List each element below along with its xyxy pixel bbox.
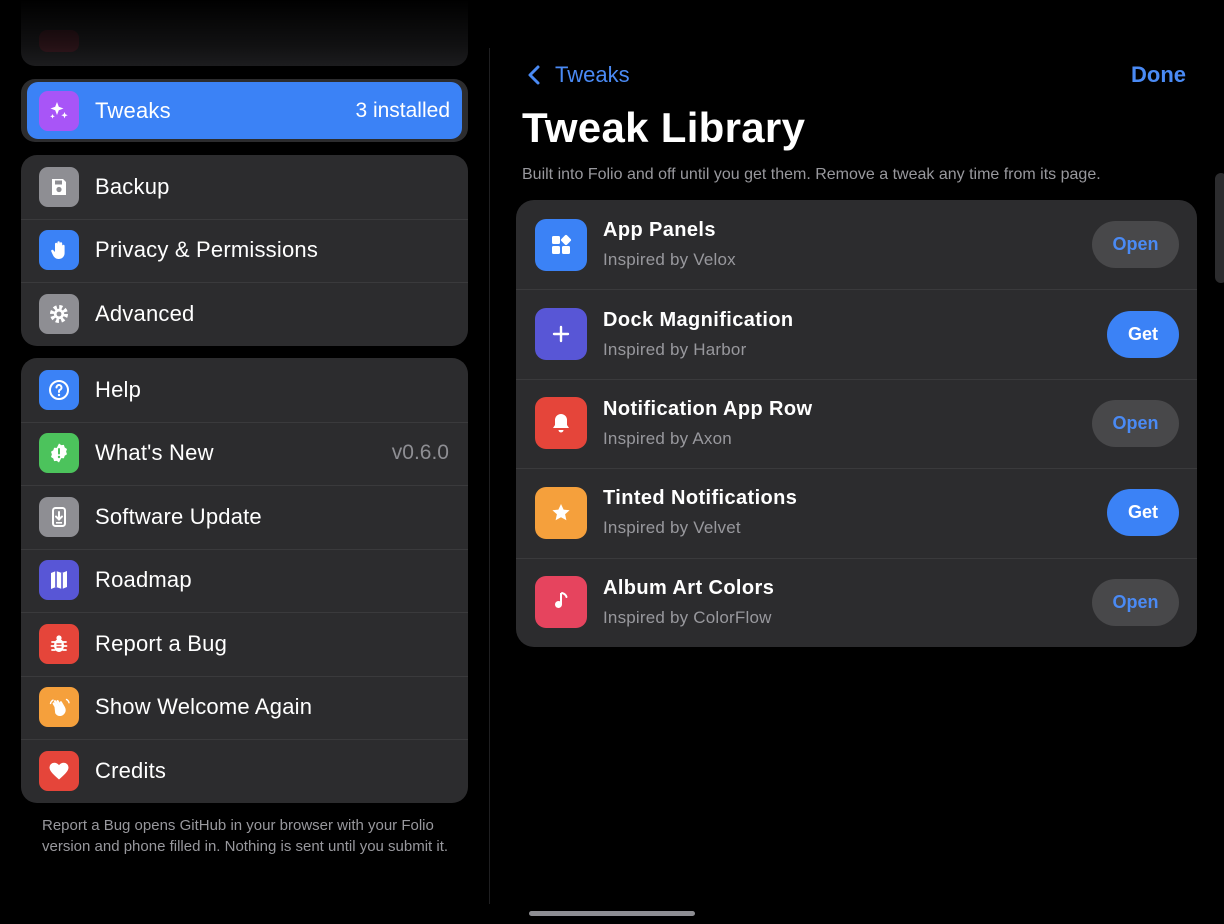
sidebar-item-label: Credits — [95, 757, 167, 783]
music-note-icon — [535, 576, 587, 629]
sidebar: Tweaks 3 installed Backup Privacy & Perm… — [0, 0, 489, 924]
open-button[interactable]: Open — [1092, 578, 1179, 626]
gear-icon — [39, 293, 79, 334]
star-icon — [535, 486, 587, 539]
tweak-inspiration: Inspired by Velox — [603, 250, 736, 270]
sidebar-item-tweaks[interactable]: Tweaks 3 installed — [21, 79, 468, 142]
sparkles-icon — [39, 90, 79, 131]
heart-icon — [39, 750, 79, 791]
tweak-name: Album Art Colors — [603, 576, 775, 599]
map-icon — [39, 560, 79, 601]
tweak-row-notification-app-row[interactable]: Notification App Row Inspired by Axon Op… — [516, 378, 1197, 468]
sidebar-item-label: Privacy & Permissions — [95, 237, 319, 263]
wave-hand-icon — [39, 687, 79, 728]
hand-icon — [39, 230, 79, 271]
back-button[interactable]: Tweaks — [527, 62, 630, 88]
plus-icon — [535, 308, 587, 361]
sidebar-item-advanced[interactable]: Advanced — [21, 282, 468, 346]
tweak-row-tinted-notifications[interactable]: Tinted Notifications Inspired by Velvet … — [516, 468, 1197, 557]
sidebar-item-label: Software Update — [95, 503, 262, 529]
tweak-row-app-panels[interactable]: App Panels Inspired by Velox Open — [516, 200, 1197, 289]
sidebar-item-label: Help — [95, 376, 142, 402]
home-indicator[interactable] — [529, 911, 695, 916]
sidebar-item-roadmap[interactable]: Roadmap — [21, 548, 468, 613]
get-button[interactable]: Get — [1107, 310, 1179, 358]
tweak-inspiration: Inspired by Axon — [603, 428, 732, 448]
open-button[interactable]: Open — [1092, 221, 1179, 269]
sidebar-item-label: Advanced — [95, 300, 195, 326]
done-button[interactable]: Done — [1131, 62, 1186, 88]
sidebar-item-label: What's New — [95, 440, 214, 466]
settings-group-support: Help What's New v0.6.0 Software Update R… — [21, 358, 468, 803]
tweak-name: App Panels — [603, 219, 716, 242]
tweak-row-album-art-colors[interactable]: Album Art Colors Inspired by ColorFlow O… — [516, 557, 1197, 647]
installed-count: 3 installed — [355, 98, 450, 122]
sidebar-item-whats-new[interactable]: What's New v0.6.0 — [21, 421, 468, 486]
chevron-left-icon — [528, 65, 540, 85]
question-icon — [39, 369, 79, 410]
sidebar-item-tweaks-highlight: Tweaks 3 installed — [27, 82, 462, 139]
sidebar-item-label: Roadmap — [95, 567, 192, 593]
tweak-name: Notification App Row — [603, 397, 813, 420]
tweak-inspiration: Inspired by Velvet — [603, 518, 741, 538]
sidebar-item-privacy[interactable]: Privacy & Permissions — [21, 218, 468, 283]
sidebar-item-label: Backup — [95, 173, 170, 199]
page-subtitle: Built into Folio and off until you get t… — [522, 166, 1101, 183]
get-button[interactable]: Get — [1107, 489, 1179, 537]
tweak-inspiration: Inspired by Harbor — [603, 339, 747, 359]
bug-icon — [39, 623, 79, 664]
tweak-library-list: App Panels Inspired by Velox Open Dock M… — [516, 200, 1197, 647]
partial-icon — [39, 30, 79, 52]
sidebar-item-software-update[interactable]: Software Update — [21, 485, 468, 549]
tweak-row-dock-magnification[interactable]: Dock Magnification Inspired by Harbor Ge… — [516, 289, 1197, 378]
tweak-inspiration: Inspired by ColorFlow — [603, 607, 772, 627]
version-label: v0.6.0 — [391, 441, 449, 465]
tweak-name: Dock Magnification — [603, 308, 794, 331]
save-icon — [39, 166, 79, 207]
download-icon — [39, 496, 79, 537]
bell-icon — [535, 397, 587, 450]
page-title: Tweak Library — [522, 104, 806, 151]
report-bug-footnote: Report a Bug opens GitHub in your browse… — [42, 817, 449, 855]
new-badge-icon — [39, 433, 79, 474]
tweak-name: Tinted Notifications — [603, 487, 798, 510]
sidebar-item-label: Tweaks — [95, 97, 171, 123]
open-button[interactable]: Open — [1092, 399, 1179, 447]
sidebar-item-credits[interactable]: Credits — [21, 739, 468, 803]
sidebar-item-help[interactable]: Help — [21, 358, 468, 422]
sidebar-item-label: Report a Bug — [95, 630, 228, 656]
settings-group-data: Backup Privacy & Permissions Advanced — [21, 155, 468, 346]
panels-icon — [535, 218, 587, 271]
split-divider — [489, 48, 490, 904]
back-button-label: Tweaks — [555, 62, 630, 87]
sidebar-item-label: Show Welcome Again — [95, 694, 313, 720]
sidebar-item-backup[interactable]: Backup — [21, 155, 468, 219]
sidebar-item-show-welcome[interactable]: Show Welcome Again — [21, 675, 468, 740]
sidebar-item-report-bug[interactable]: Report a Bug — [21, 612, 468, 676]
scrolled-group-edge — [21, 0, 468, 66]
scroll-edge-handle[interactable] — [1215, 173, 1224, 283]
